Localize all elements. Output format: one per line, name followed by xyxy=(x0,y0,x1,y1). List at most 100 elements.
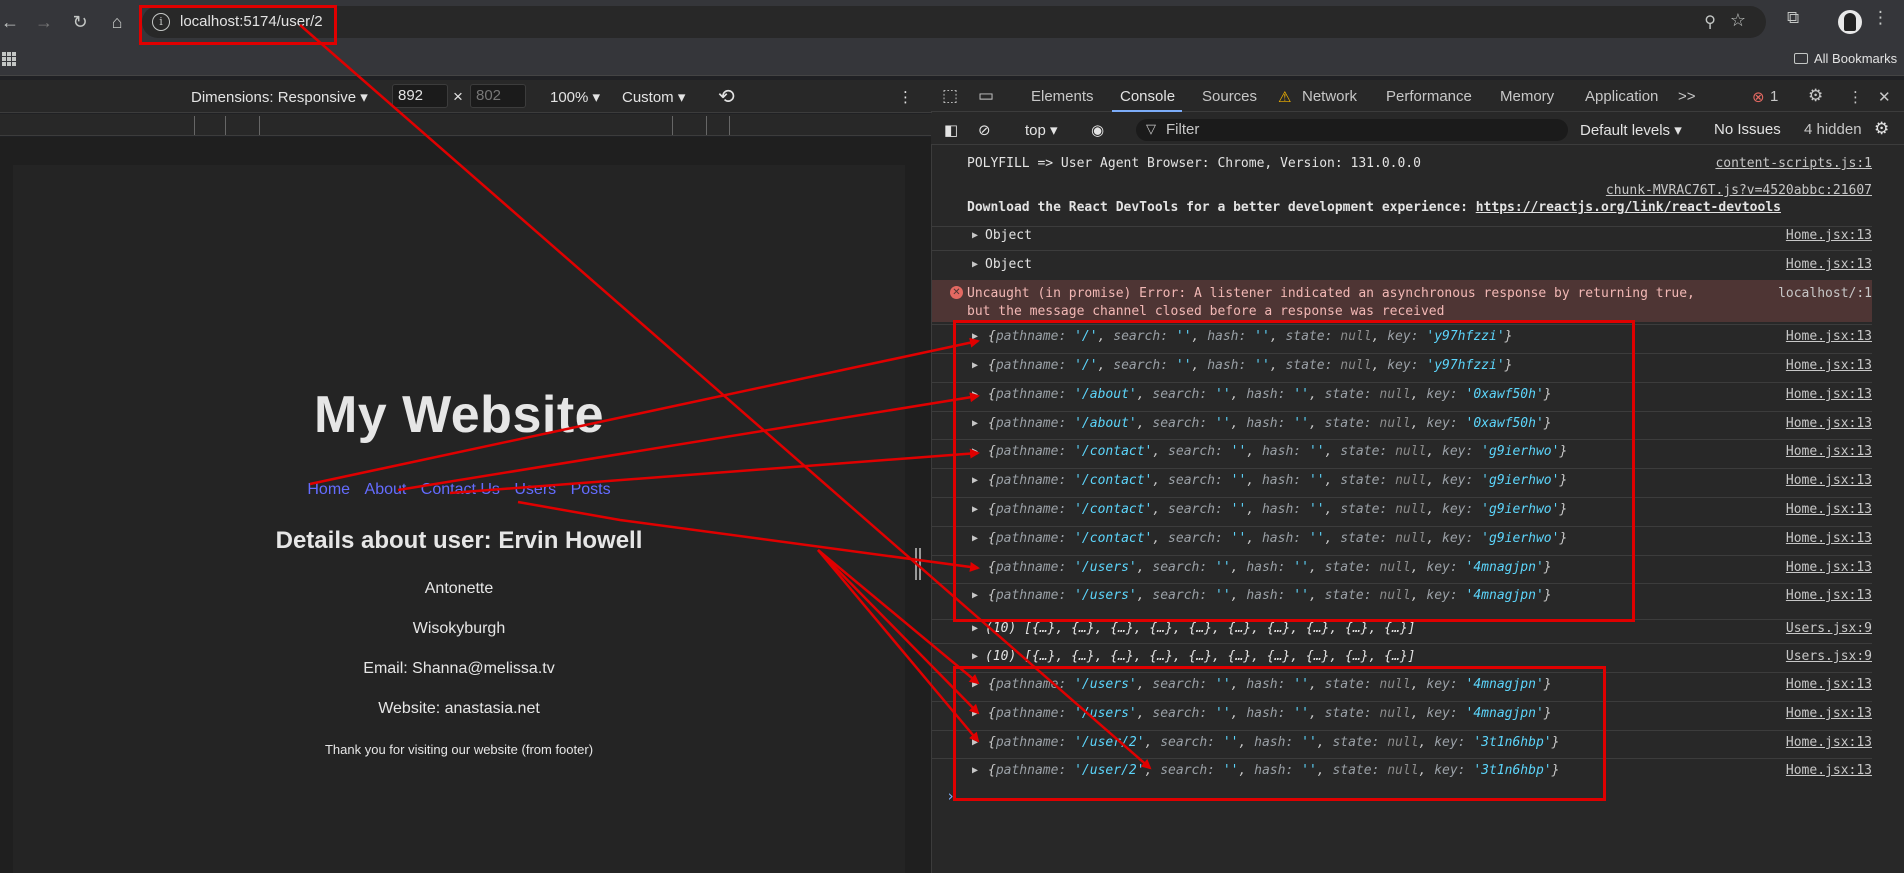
nav-link-about[interactable]: About xyxy=(365,481,407,498)
device-toolbar-menu-icon[interactable]: ⋮ xyxy=(898,88,913,106)
console-settings-icon[interactable]: ⚙ xyxy=(1874,119,1889,139)
resize-handle[interactable] xyxy=(915,548,921,580)
dimensions-dropdown[interactable]: Dimensions: Responsive ▾ xyxy=(191,88,368,106)
react-devtools-msg: Download the React DevTools for a better… xyxy=(967,200,1476,215)
zoom-icon[interactable]: ⚲ xyxy=(1704,12,1716,32)
divider xyxy=(932,643,1872,644)
nav-link-home[interactable]: Home xyxy=(307,481,350,498)
source-link[interactable]: Home.jsx:13 xyxy=(1786,502,1872,517)
source-link[interactable]: Home.jsx:13 xyxy=(1786,228,1872,243)
nav-link-contact[interactable]: Contact Us xyxy=(421,481,500,498)
website-page xyxy=(13,165,905,873)
source-link[interactable]: Home.jsx:13 xyxy=(1786,358,1872,373)
site-footer: Thank you for visiting our website (from… xyxy=(324,742,594,757)
filter-placeholder: Filter xyxy=(1166,121,1200,138)
expand-triangle-icon[interactable]: ▶ xyxy=(972,259,978,270)
nav-link-users[interactable]: Users xyxy=(514,481,556,498)
site-nav: Home About Contact Us Users Posts xyxy=(13,481,905,499)
throttle-dropdown[interactable]: Custom ▾ xyxy=(622,88,685,106)
context-label: top xyxy=(1025,122,1046,139)
source-link[interactable]: Home.jsx:13 xyxy=(1786,531,1872,546)
source-link[interactable]: Home.jsx:13 xyxy=(1786,416,1872,431)
forward-icon[interactable]: → xyxy=(30,8,58,36)
inspect-element-icon[interactable]: ⬚ xyxy=(942,86,958,106)
clear-console-icon[interactable]: ⊘ xyxy=(978,121,991,139)
more-tabs-icon[interactable]: >> xyxy=(1678,88,1696,105)
throttle-label: Custom xyxy=(622,89,674,106)
source-link[interactable]: localhost/:1 xyxy=(1778,286,1872,301)
filter-icon: ▽ xyxy=(1146,121,1156,136)
width-input[interactable]: 892 xyxy=(392,84,448,108)
error-count-icon[interactable]: ⊗ xyxy=(1752,88,1765,106)
sidebar-toggle-icon[interactable]: ◧ xyxy=(944,121,958,139)
rotate-icon[interactable]: ⟲ xyxy=(718,84,735,109)
tab-console[interactable]: Console xyxy=(1120,88,1175,105)
expand-triangle-icon[interactable]: ▶ xyxy=(972,230,978,241)
tab-elements[interactable]: Elements xyxy=(1031,88,1094,105)
divider xyxy=(932,250,1872,251)
tab-application[interactable]: Application xyxy=(1585,88,1658,105)
source-link[interactable]: chunk-MVRAC76T.js?v=4520abbc:21607 xyxy=(1606,183,1872,198)
source-link[interactable]: Home.jsx:13 xyxy=(1786,735,1872,750)
bookmark-star-icon[interactable]: ☆ xyxy=(1730,10,1746,31)
error-count[interactable]: 1 xyxy=(1770,88,1778,105)
expand-triangle-icon[interactable]: ▶ xyxy=(972,651,978,662)
object-label: Object xyxy=(985,228,1032,243)
tab-memory[interactable]: Memory xyxy=(1500,88,1554,105)
home-icon[interactable]: ⌂ xyxy=(103,8,131,36)
source-link[interactable]: Home.jsx:13 xyxy=(1786,706,1872,721)
ruler-tick xyxy=(194,116,195,135)
close-devtools-icon[interactable]: ✕ xyxy=(1878,88,1891,106)
annotation-box-logs-1 xyxy=(953,320,1635,622)
ruler-tick xyxy=(706,116,707,135)
device-toggle-icon[interactable]: ▭ xyxy=(978,86,994,106)
array-summary: (10) [{…}, {…}, {…}, {…}, {…}, {…}, {…},… xyxy=(985,621,1416,636)
log-levels-dropdown[interactable]: Default levels ▾ xyxy=(1580,121,1682,139)
source-link[interactable]: Home.jsx:13 xyxy=(1786,763,1872,778)
user-city: Wisokyburgh xyxy=(412,620,506,637)
all-bookmarks-button[interactable]: All Bookmarks xyxy=(1794,51,1897,66)
source-link[interactable]: Home.jsx:13 xyxy=(1786,257,1872,272)
issues-button[interactable]: No Issues xyxy=(1714,121,1781,138)
object-label: Object xyxy=(985,257,1032,272)
tab-sources[interactable]: Sources xyxy=(1202,88,1257,105)
tab-network[interactable]: Network xyxy=(1302,88,1357,105)
source-link[interactable]: Home.jsx:13 xyxy=(1786,560,1872,575)
zoom-dropdown[interactable]: 100% ▾ xyxy=(550,88,600,106)
source-link[interactable]: Home.jsx:13 xyxy=(1786,329,1872,344)
source-link[interactable]: Home.jsx:13 xyxy=(1786,677,1872,692)
all-bookmarks-label: All Bookmarks xyxy=(1814,51,1898,66)
divider xyxy=(932,226,1872,227)
source-link[interactable]: Home.jsx:13 xyxy=(1786,473,1872,488)
expand-triangle-icon[interactable]: ▶ xyxy=(972,623,978,634)
extensions-icon[interactable]: ⧉ xyxy=(1787,8,1799,28)
nav-link-posts[interactable]: Posts xyxy=(571,481,611,498)
source-link[interactable]: Home.jsx:13 xyxy=(1786,588,1872,603)
bookmarks-bar xyxy=(0,44,1904,76)
devtools-menu-icon[interactable]: ⋮ xyxy=(1848,88,1863,106)
source-link[interactable]: Users.jsx:9 xyxy=(1786,621,1872,636)
height-input[interactable]: 802 xyxy=(470,84,526,108)
address-bar[interactable]: i localhost:5174/user/2 ⚲ ☆ xyxy=(142,6,1766,38)
user-heading: Details about user: Ervin Howell xyxy=(275,527,643,554)
console-filter-input[interactable]: ▽ Filter xyxy=(1136,119,1568,141)
browser-menu-icon[interactable]: ⋮ xyxy=(1872,8,1889,28)
zoom-label: 100% xyxy=(550,89,589,106)
tab-performance[interactable]: Performance xyxy=(1386,88,1472,105)
source-link[interactable]: Users.jsx:9 xyxy=(1786,649,1872,664)
user-email: Email: Shanna@melissa.tv xyxy=(363,660,555,677)
source-link[interactable]: Home.jsx:13 xyxy=(1786,387,1872,402)
apps-icon[interactable] xyxy=(2,52,16,66)
settings-gear-icon[interactable]: ⚙ xyxy=(1808,86,1823,106)
profile-avatar[interactable] xyxy=(1838,10,1862,34)
dimension-separator: × xyxy=(453,87,463,106)
error-icon: ✕ xyxy=(950,286,963,299)
reload-icon[interactable]: ↻ xyxy=(66,8,94,36)
source-link[interactable]: Home.jsx:13 xyxy=(1786,444,1872,459)
context-dropdown[interactable]: top ▾ xyxy=(1025,121,1058,139)
react-devtools-link[interactable]: https://reactjs.org/link/react-devtools xyxy=(1476,200,1781,215)
source-link[interactable]: content-scripts.js:1 xyxy=(1715,156,1872,171)
warning-icon: ⚠ xyxy=(1278,89,1292,106)
live-expression-eye-icon[interactable]: ◉ xyxy=(1091,121,1104,139)
back-icon[interactable]: ← xyxy=(0,8,24,36)
